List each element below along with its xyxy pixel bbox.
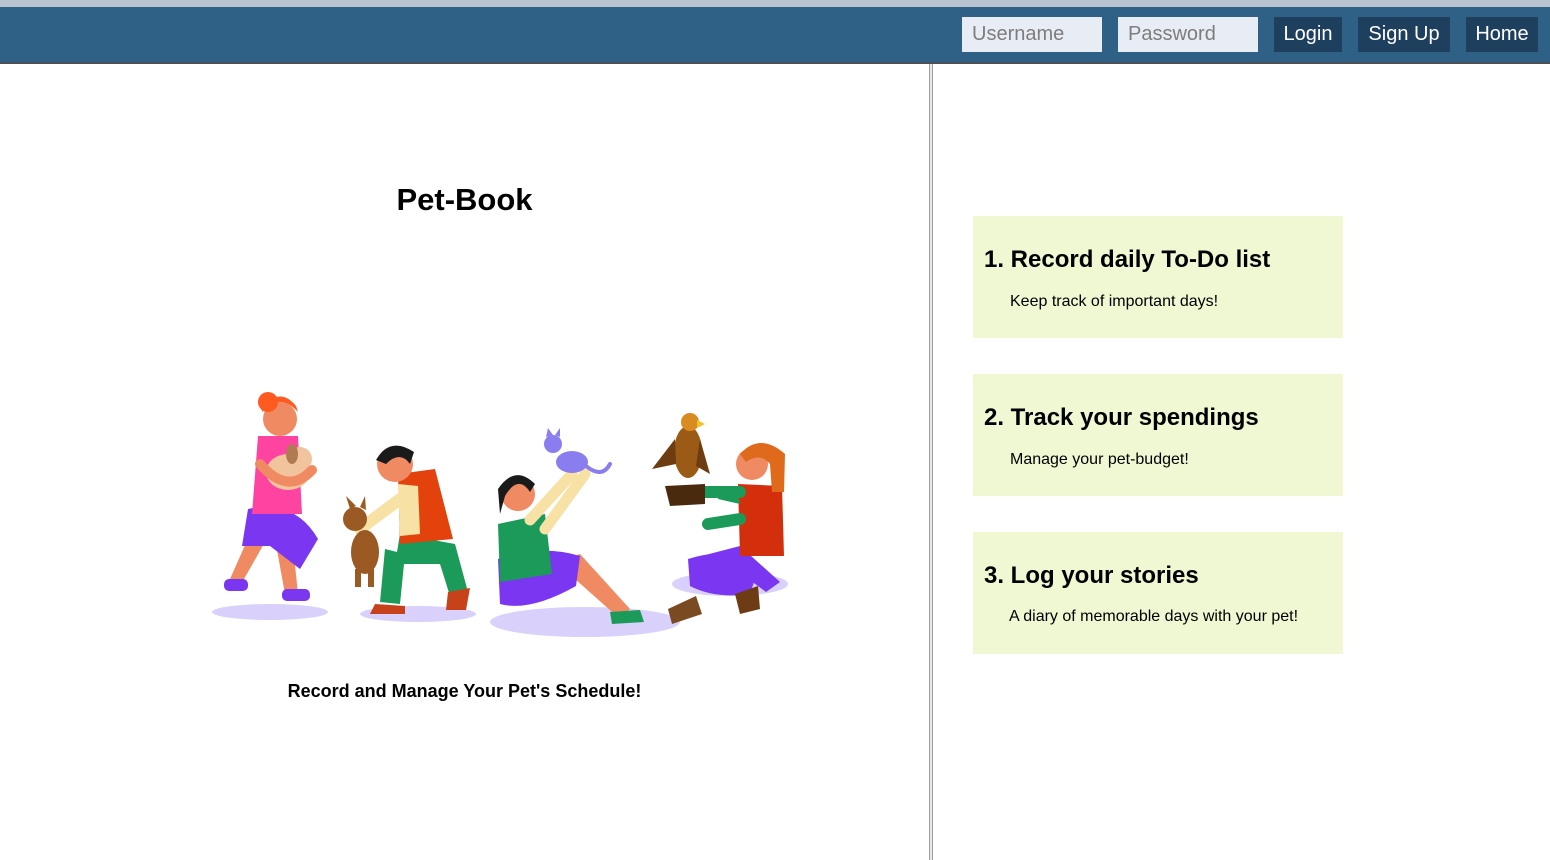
people-with-pets-illustration — [212, 392, 788, 637]
woman-lifting-cat-figure — [498, 428, 644, 624]
man-with-dog-figure — [343, 445, 470, 614]
feature-title: 1. Record daily To-Do list — [984, 246, 1271, 273]
password-input[interactable] — [1118, 17, 1258, 52]
feature-card-spendings: 2. Track your spendings Manage your pet-… — [973, 374, 1343, 496]
woman-with-puppy-figure — [224, 392, 318, 601]
tagline: Record and Manage Your Pet's Schedule! — [287, 681, 642, 701]
feature-title: 2. Track your spendings — [984, 404, 1259, 431]
hero-panel: Pet-Book Record and Manage Your Pet's Sc… — [0, 64, 929, 860]
pane-divider — [929, 64, 933, 860]
feature-description: A diary of memorable days with your pet! — [1009, 608, 1299, 625]
ground-shadow — [490, 607, 680, 637]
feature-title: 3. Log your stories — [984, 562, 1199, 589]
page-title: Pet-Book — [396, 182, 533, 217]
login-button[interactable]: Login — [1274, 17, 1342, 52]
feature-description: Manage your pet-budget! — [1010, 451, 1189, 468]
ground-shadow — [212, 604, 328, 620]
username-input[interactable] — [962, 17, 1102, 52]
browser-top-strip — [0, 0, 1550, 7]
feature-card-stories: 3. Log your stories A diary of memorable… — [973, 532, 1343, 654]
signup-button[interactable]: Sign Up — [1358, 17, 1450, 52]
feature-card-todo: 1. Record daily To-Do list Keep track of… — [973, 216, 1343, 338]
home-button[interactable]: Home — [1466, 17, 1538, 52]
navbar: Login Sign Up Home — [0, 7, 1550, 64]
feature-description: Keep track of important days! — [1010, 293, 1219, 310]
